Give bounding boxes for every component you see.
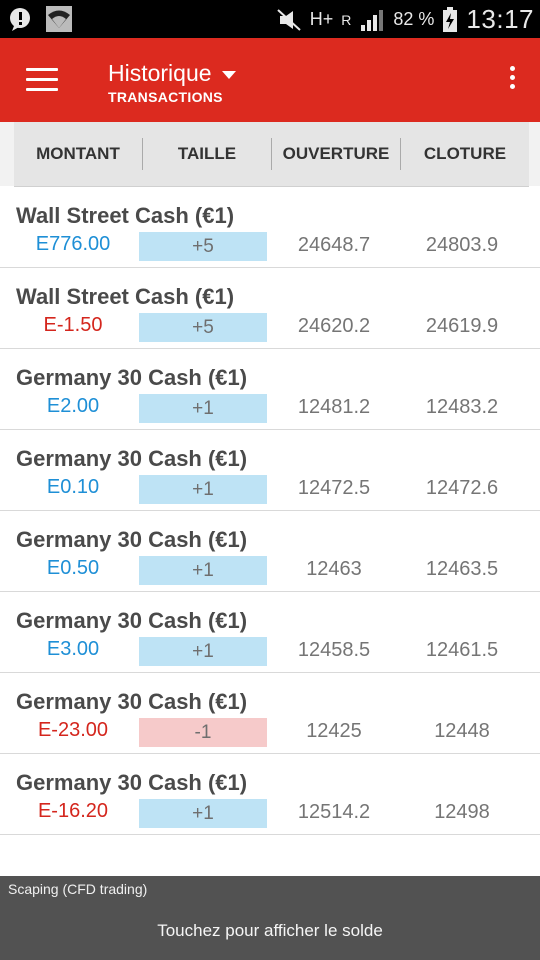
open-price: 12463 (306, 558, 362, 580)
close-price: 12498 (434, 801, 490, 823)
transaction-row[interactable]: Germany 30 Cash (€1) E0.50 +1 12463 1246… (0, 511, 540, 592)
clock: 13:17 (466, 4, 534, 34)
size-badge: +1 (139, 475, 267, 504)
instrument-name: Germany 30 Cash (€1) (16, 770, 248, 795)
battery-charging-icon (443, 6, 458, 32)
size-badge: +5 (139, 232, 267, 261)
overflow-menu-icon[interactable] (506, 66, 518, 96)
transaction-row[interactable]: Germany 30 Cash (€1) E0.10 +1 12472.5 12… (0, 430, 540, 511)
open-price: 24648.7 (297, 234, 371, 256)
menu-icon[interactable] (26, 68, 58, 94)
amount-value: E776.00 (35, 233, 111, 255)
header-margin-right (529, 122, 540, 186)
close-price: 24803.9 (425, 234, 499, 256)
roaming-label: R (341, 11, 352, 28)
close-price: 12448 (434, 720, 490, 742)
chat-alert-icon (10, 8, 30, 31)
dropdown-caret-icon (221, 70, 236, 79)
network-type-label: H+ (309, 9, 334, 29)
close-price: 12461.5 (425, 639, 499, 661)
transaction-row[interactable]: Wall Street Cash (€1) E-1.50 +5 24620.2 … (0, 268, 540, 349)
mute-icon (277, 8, 301, 31)
account-name: Scaping (CFD trading) (8, 881, 148, 897)
amount-value: E2.00 (46, 395, 100, 417)
open-price: 12481.2 (297, 396, 371, 418)
open-price: 12514.2 (297, 801, 371, 823)
transaction-row[interactable]: Germany 30 Cash (€1) E2.00 +1 12481.2 12… (0, 349, 540, 430)
transaction-row[interactable]: Wall Street Cash (€1) E776.00 +5 24648.7… (0, 187, 540, 268)
amount-value: E-16.20 (37, 800, 109, 822)
size-badge: -1 (139, 718, 267, 747)
battery-percentage: 82 % (393, 9, 435, 29)
size-badge: +5 (139, 313, 267, 342)
instrument-name: Wall Street Cash (€1) (16, 284, 235, 309)
column-header: MONTANT TAILLE OUVERTURE CLOTURE (14, 122, 529, 187)
header-margin-left (0, 122, 14, 186)
close-price: 12463.5 (425, 558, 499, 580)
column-amount[interactable]: MONTANT (14, 122, 142, 186)
close-price: 12472.6 (425, 477, 499, 499)
column-size[interactable]: TAILLE (143, 122, 271, 186)
transaction-row[interactable]: Germany 30 Cash (€1) E3.00 +1 12458.5 12… (0, 592, 540, 673)
instrument-name: Germany 30 Cash (€1) (16, 608, 248, 633)
close-price: 12483.2 (425, 396, 499, 418)
status-bar: H+ R 82 % 13:17 (0, 0, 540, 38)
show-balance-text: Touchez pour afficher le solde (157, 921, 383, 940)
page-title: Historique (108, 60, 212, 86)
amount-value: E-1.50 (43, 314, 103, 336)
instrument-name: Germany 30 Cash (€1) (16, 446, 248, 471)
wifi-icon (46, 6, 72, 32)
size-badge: +1 (139, 637, 267, 666)
history-dropdown[interactable]: Historique TRANSACTIONS (108, 60, 236, 105)
transaction-row[interactable]: Germany 30 Cash (€1) E-16.20 +1 12514.2 … (0, 754, 540, 835)
instrument-name: Germany 30 Cash (€1) (16, 365, 248, 390)
amount-value: E3.00 (46, 638, 100, 660)
page-subtitle: TRANSACTIONS (108, 89, 223, 105)
size-badge: +1 (139, 394, 267, 423)
column-open[interactable]: OUVERTURE (272, 122, 400, 186)
instrument-name: Germany 30 Cash (€1) (16, 689, 248, 714)
amount-value: E-23.00 (37, 719, 109, 741)
signal-icon (361, 9, 384, 31)
transaction-row[interactable]: Germany 30 Cash (€1) E-23.00 -1 12425 12… (0, 673, 540, 754)
amount-value: E0.10 (46, 476, 100, 498)
open-price: 12425 (306, 720, 362, 742)
open-price: 12472.5 (297, 477, 371, 499)
instrument-name: Wall Street Cash (€1) (16, 203, 235, 228)
open-price: 24620.2 (297, 315, 371, 337)
amount-value: E0.50 (46, 557, 100, 579)
transactions-list: Wall Street Cash (€1) E776.00 +5 24648.7… (0, 187, 540, 835)
column-close[interactable]: CLOTURE (401, 122, 529, 186)
size-badge: +1 (139, 799, 267, 828)
instrument-name: Germany 30 Cash (€1) (16, 527, 248, 552)
balance-banner[interactable]: Scaping (CFD trading) Touchez pour affic… (0, 876, 540, 960)
open-price: 12458.5 (297, 639, 371, 661)
app-bar: Historique TRANSACTIONS (0, 38, 540, 122)
close-price: 24619.9 (425, 315, 499, 337)
size-badge: +1 (139, 556, 267, 585)
